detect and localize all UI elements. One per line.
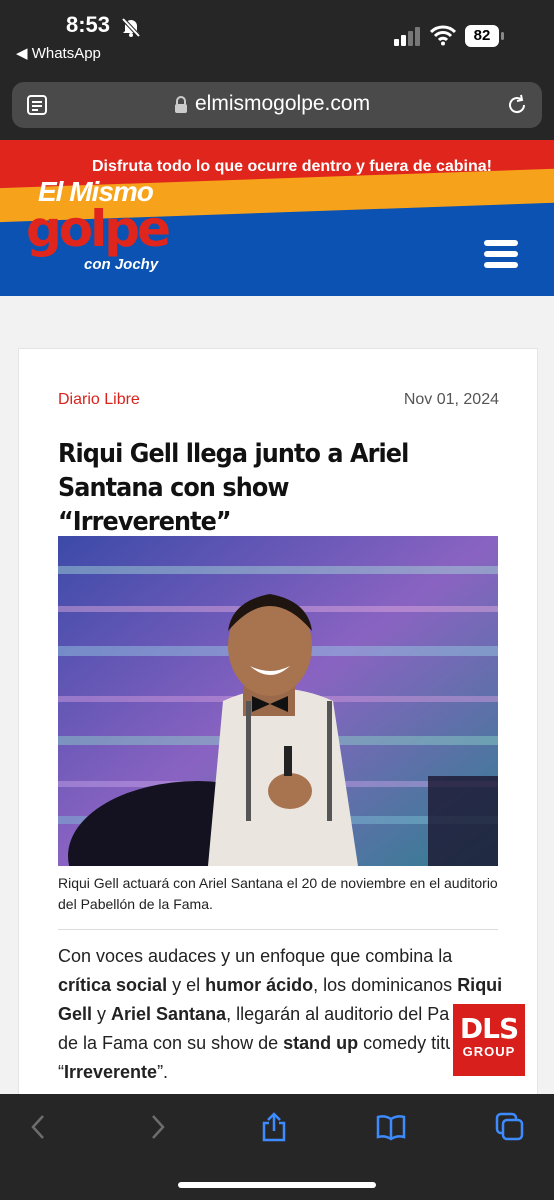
wifi-icon [430,25,456,46]
body-text: ”. [157,1062,169,1082]
back-icon[interactable] [24,1112,54,1142]
bookmarks-icon[interactable] [376,1112,406,1142]
body-text: y el [167,975,206,995]
body-text: Con voces audaces y un enfoque que combi… [58,946,453,966]
badge-line-1: DLS [459,1012,519,1045]
article-headline: Riqui Gell llega junto a Ariel Santana c… [58,439,409,537]
body-bold: stand up [283,1033,359,1053]
hamburger-menu-icon[interactable] [484,240,518,268]
clock: 8:53 [66,12,111,37]
tabs-icon[interactable] [495,1112,525,1142]
body-text: , los dominicanos [313,975,458,995]
body-text: y [92,1004,112,1024]
article-body: Con voces audaces y un enfoque que combi… [58,942,508,1087]
back-to-app-link[interactable]: ◀ WhatsApp [16,44,101,62]
badge-line-2: GROUP [462,1044,516,1059]
forward-icon[interactable] [142,1112,172,1142]
browser-toolbar [0,1094,554,1200]
body-bold: Irreverente [64,1062,158,1082]
site-logo[interactable]: El Mismo golpe con Jochy [22,176,172,292]
body-bold: Ariel Santana [111,1004,227,1024]
reader-icon[interactable] [26,94,48,116]
battery-level: 82 [465,25,499,47]
share-icon[interactable] [259,1112,289,1142]
site-tagline: Disfruta todo lo que ocurre dentro y fue… [91,158,492,175]
status-bar: 8:53 ◀ WhatsApp 82 [0,0,554,72]
body-bold: humor ácido [205,975,314,995]
dls-group-badge[interactable]: DLS GROUP [450,1001,528,1079]
reload-icon[interactable] [506,94,528,116]
article-date: Nov 01, 2024 [403,391,499,408]
address-bar[interactable]: elmismogolpe.com [12,82,542,128]
site-header: Disfruta todo lo que ocurre dentro y fue… [0,140,554,296]
url-text[interactable]: elmismogolpe.com [195,92,370,116]
article-source[interactable]: Diario Libre [58,391,140,409]
photo-caption: Riqui Gell actuará con Ariel Santana el … [58,875,498,912]
comedian-photo-illustration [58,536,498,866]
lock-icon [175,96,187,113]
article-photo [58,536,498,866]
logo-text-bottom: con Jochy [84,256,159,273]
bell-slash-icon [121,17,141,38]
battery-icon: 82 [465,25,505,47]
body-bold: crítica social [58,975,168,995]
home-indicator[interactable] [178,1182,376,1188]
signal-icon [394,27,420,46]
logo-text-main: golpe [26,200,171,258]
browser-chrome: elmismogolpe.com [0,72,554,140]
article-card: Diario Libre Nov 01, 2024 Riqui Gell lle… [18,348,538,1110]
caption-divider [58,929,498,930]
